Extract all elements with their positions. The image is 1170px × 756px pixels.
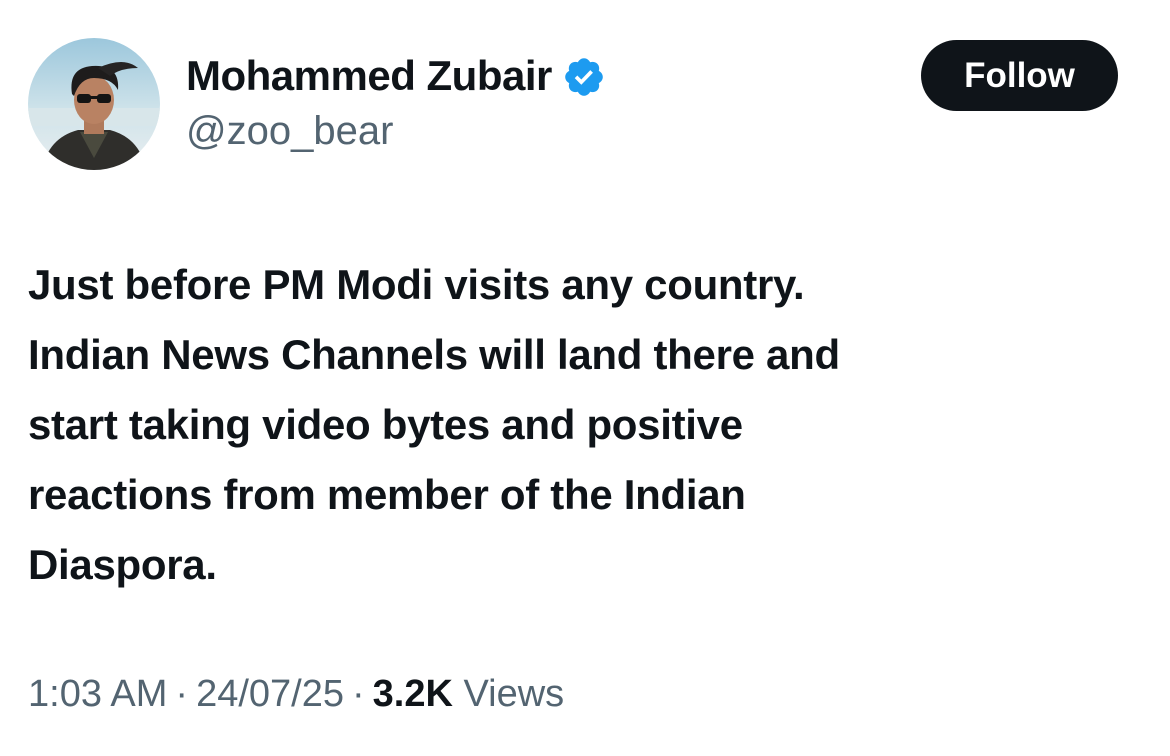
- author-display-name[interactable]: Mohammed Zubair: [186, 50, 552, 102]
- avatar-image: [28, 38, 160, 170]
- tweet-text-line: Indian News Channels will land there and: [28, 331, 840, 378]
- author-name-row: Mohammed Zubair: [186, 50, 606, 102]
- tweet-text-line: Diaspora.: [28, 541, 217, 588]
- author-handle[interactable]: @zoo_bear: [186, 106, 393, 156]
- follow-button[interactable]: Follow: [921, 40, 1118, 111]
- views-label: Views: [463, 673, 565, 715]
- tweet-date[interactable]: 24/07/25: [196, 673, 344, 715]
- tweet-meta: 1:03 AM · 24/07/25 · 3.2K Views: [28, 668, 564, 720]
- views-count: 3.2K: [372, 673, 453, 715]
- tweet-text-line: reactions from member of the Indian: [28, 471, 746, 518]
- tweet-text: Just before PM Modi visits any country. …: [28, 250, 1128, 600]
- tweet-text-line: Just before PM Modi visits any country.: [28, 261, 805, 308]
- avatar[interactable]: [28, 38, 160, 170]
- tweet-time[interactable]: 1:03 AM: [28, 673, 167, 715]
- tweet-card: Mohammed Zubair @zoo_bear Follow Just be…: [0, 0, 1170, 756]
- meta-separator: ·: [175, 673, 189, 715]
- verified-badge-icon[interactable]: [562, 55, 606, 99]
- meta-separator: ·: [352, 673, 365, 715]
- tweet-text-line: start taking video bytes and positive: [28, 401, 743, 448]
